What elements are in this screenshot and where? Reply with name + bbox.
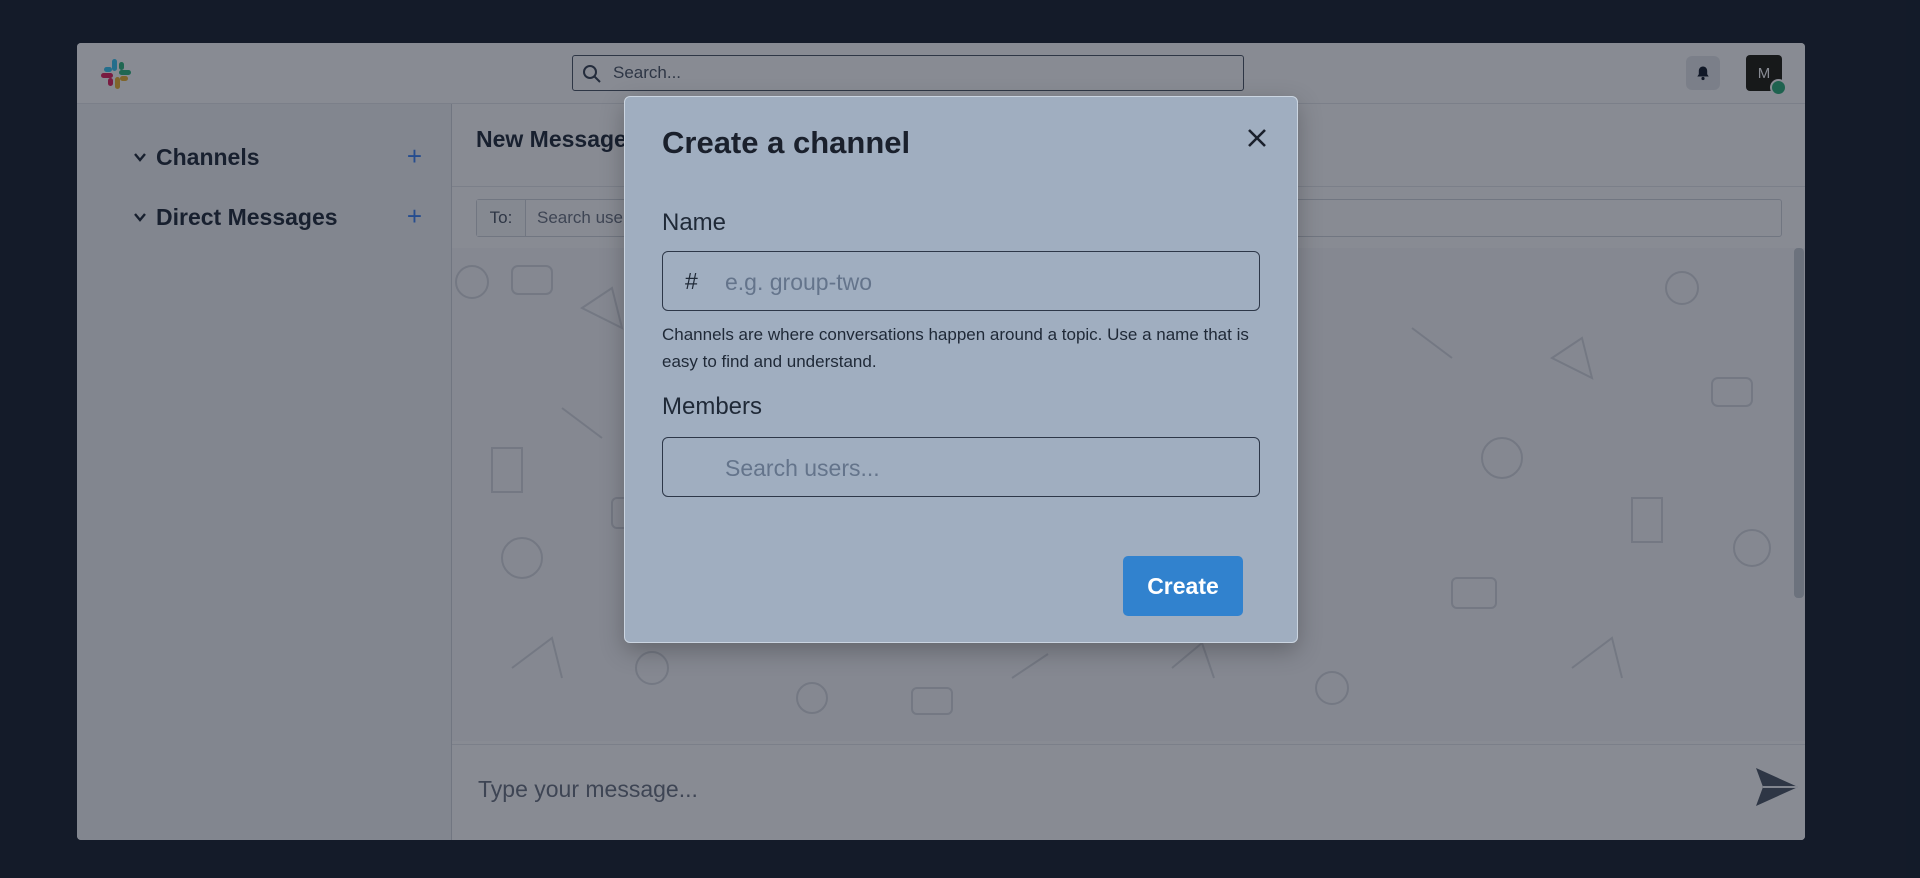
- create-channel-dialog: Create a channel Name # Channels are whe…: [624, 96, 1298, 643]
- close-icon[interactable]: [1242, 123, 1272, 153]
- channel-help-text: Channels are where conversations happen …: [662, 325, 1249, 371]
- members-search-input[interactable]: [723, 438, 1247, 498]
- create-channel-button[interactable]: Create: [1123, 556, 1243, 616]
- channel-name-field[interactable]: #: [662, 251, 1260, 312]
- dialog-title: Create a channel: [662, 125, 911, 160]
- members-label: Members: [662, 393, 763, 420]
- members-field[interactable]: [662, 437, 1260, 498]
- channel-name-input[interactable]: [723, 252, 1247, 312]
- hash-icon: #: [685, 268, 698, 294]
- name-label: Name: [662, 209, 727, 236]
